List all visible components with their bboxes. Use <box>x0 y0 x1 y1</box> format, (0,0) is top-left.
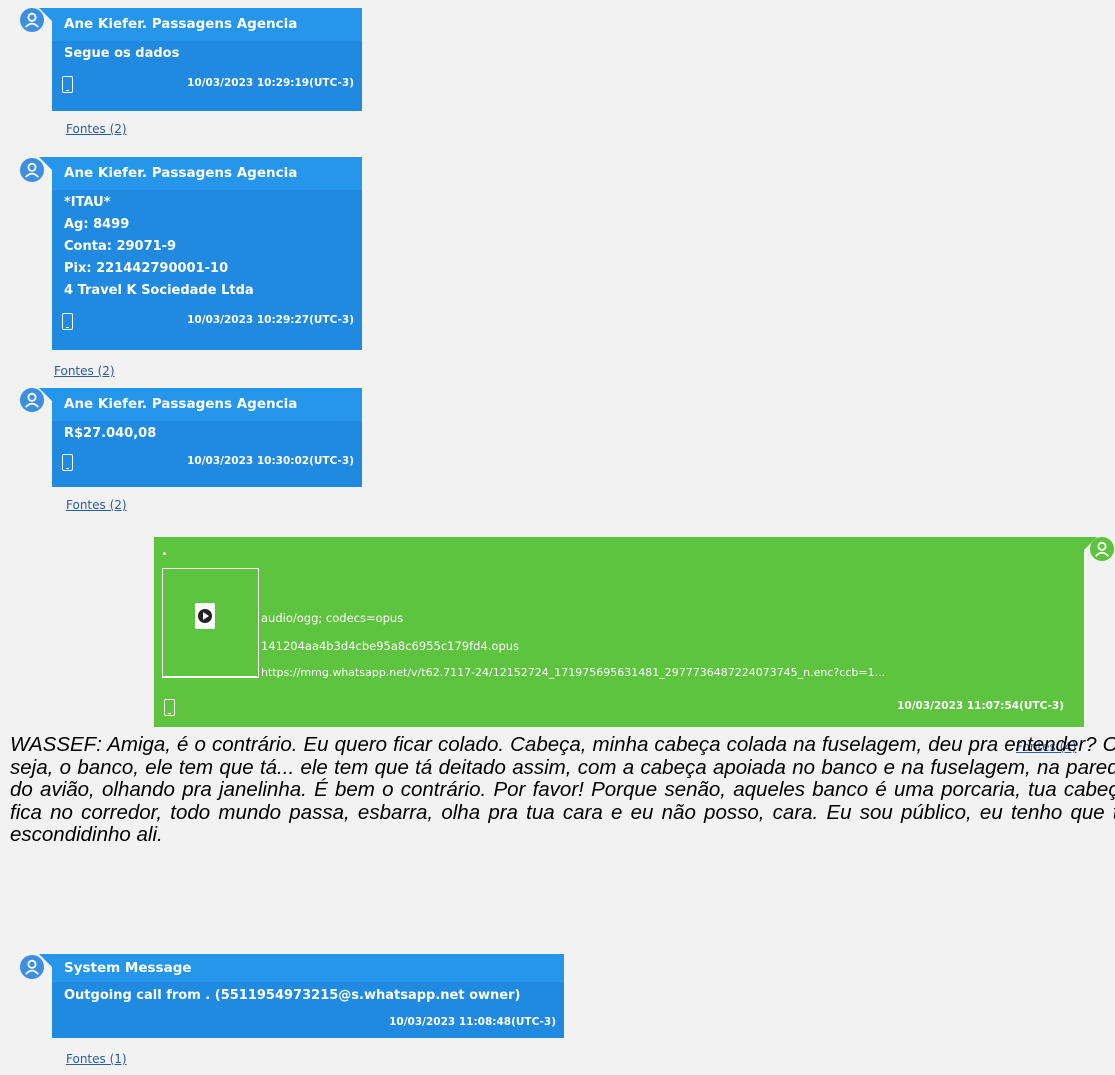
message-text: *ITAU* <box>64 195 111 210</box>
system-message-bubble: System Message Outgoing call from . (551… <box>39 954 564 1038</box>
message-timestamp: 10/03/2023 10:30:02(UTC-3) <box>187 455 354 467</box>
user-avatar-icon <box>1090 537 1114 561</box>
sender-name: . <box>162 544 167 559</box>
audio-message-bubble: . audio/ogg; codecs=opus 141204aa4b3d4cb… <box>154 537 1097 727</box>
attachment-url[interactable]: https://mmg.whatsapp.net/v/t62.7117-24/1… <box>261 666 885 679</box>
sources-link[interactable]: Fontes (2) <box>66 122 127 136</box>
sender-name: Ane Kiefer. Passagens Agencia <box>52 157 362 190</box>
audio-transcript: WASSEF: Amiga, é o contrário. Eu quero f… <box>10 733 1115 846</box>
sender-name: Ane Kiefer. Passagens Agencia <box>52 8 362 41</box>
message-text: 4 Travel K Sociedade Ltda <box>64 283 254 298</box>
sender-name: Ane Kiefer. Passagens Agencia <box>52 388 362 421</box>
message-timestamp: 10/03/2023 11:07:54(UTC-3) <box>897 700 1064 712</box>
message-timestamp: 10/03/2023 10:29:19(UTC-3) <box>187 77 354 89</box>
message-text: Conta: 29071-9 <box>64 239 177 254</box>
sources-link[interactable]: Fontes (2) <box>54 364 115 378</box>
attachment-filename[interactable]: 141204aa4b3d4cbe95a8c6955c179fd4.opus <box>261 639 519 653</box>
message-bubble: Ane Kiefer. Passagens Agencia R$27.040,0… <box>39 388 362 487</box>
phone-icon <box>62 454 73 471</box>
attachment-mime: audio/ogg; codecs=opus <box>261 611 404 625</box>
phone-icon <box>62 313 73 330</box>
message-text: Segue os dados <box>64 46 180 61</box>
message-text: R$27.040,08 <box>64 426 157 441</box>
sender-name: System Message <box>52 954 564 982</box>
message-text: Outgoing call from . (5511954973215@s.wh… <box>64 988 521 1003</box>
message-text: Pix: 221442790001-10 <box>64 261 229 276</box>
message-timestamp: 10/03/2023 11:08:48(UTC-3) <box>389 1016 556 1028</box>
message-timestamp: 10/03/2023 10:29:27(UTC-3) <box>187 314 354 326</box>
audio-file-icon <box>195 603 215 629</box>
message-text: Ag: 8499 <box>64 217 130 232</box>
sources-link[interactable]: Fontes (1) <box>66 1052 127 1066</box>
phone-icon <box>164 699 175 716</box>
message-bubble: Ane Kiefer. Passagens Agencia Segue os d… <box>39 8 362 111</box>
message-bubble: Ane Kiefer. Passagens Agencia *ITAU* Ag:… <box>39 157 362 350</box>
phone-icon <box>62 76 73 93</box>
sources-link[interactable]: Fontes (2) <box>66 498 127 512</box>
audio-attachment[interactable] <box>162 568 259 678</box>
